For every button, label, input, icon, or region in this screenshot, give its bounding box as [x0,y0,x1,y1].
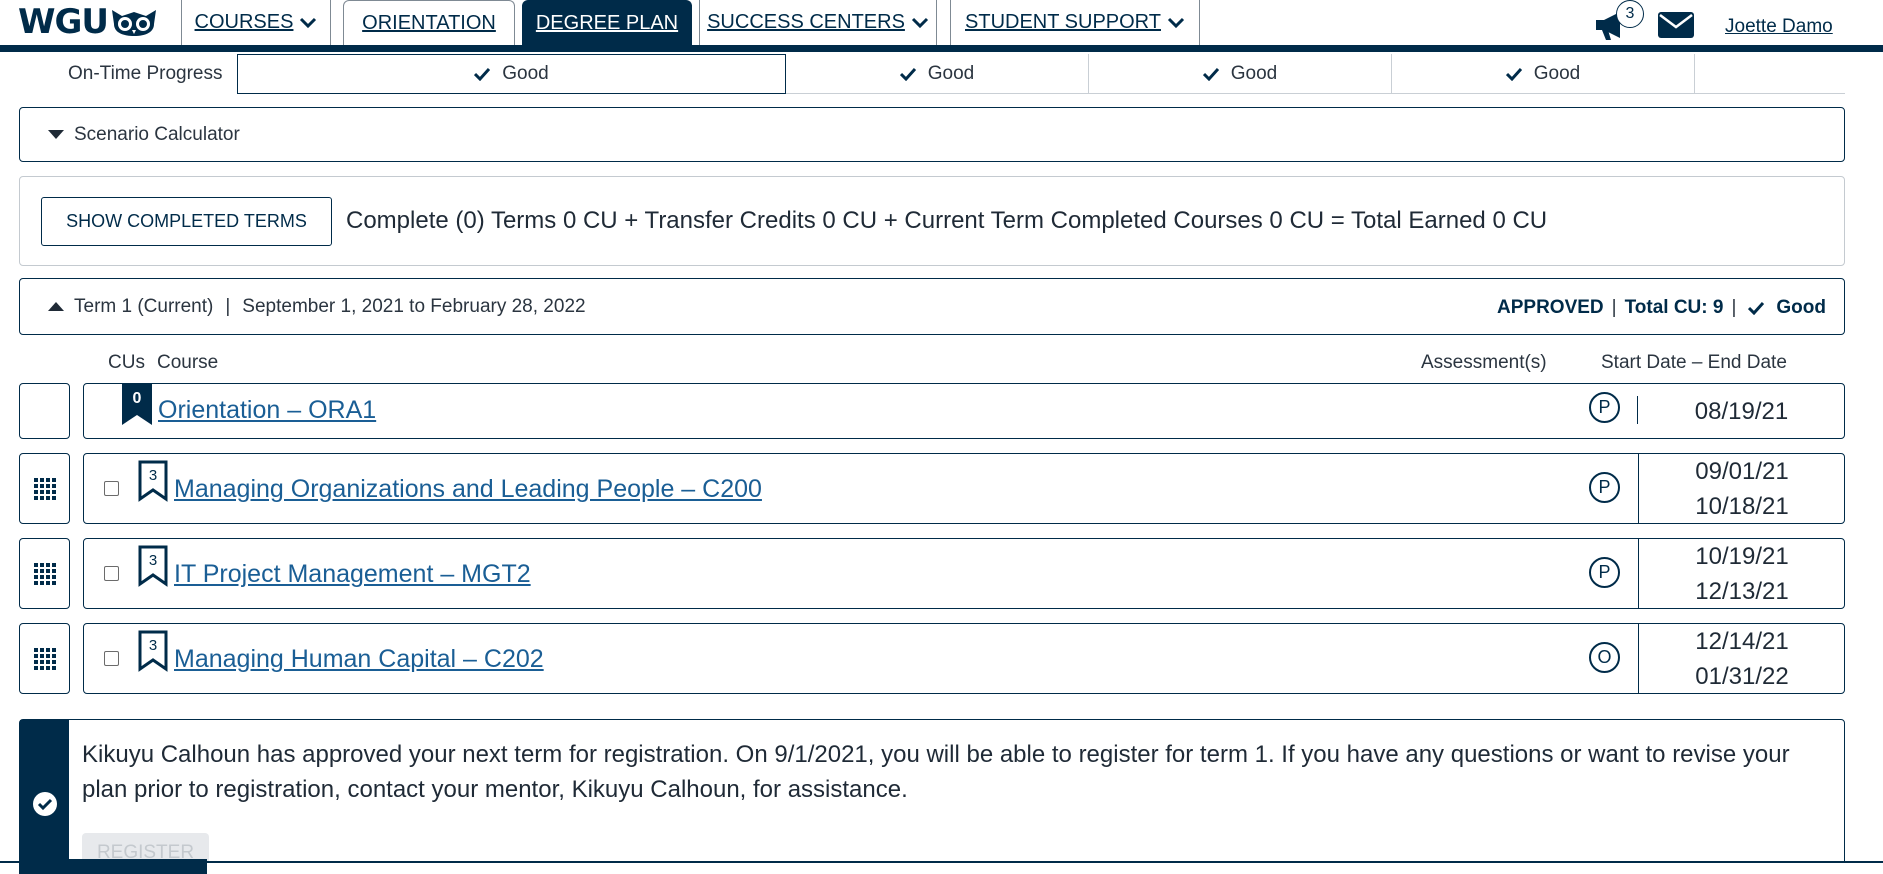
course-start-date: 12/14/21 [1695,627,1789,655]
term-name: Term 1 (Current) [74,295,214,317]
check-icon [474,67,491,81]
column-header-course: Course [157,352,219,373]
course-cu: 3 [148,467,158,484]
row-handle-empty [19,383,70,439]
earned-credits-summary: Complete (0) Terms 0 CU + Transfer Credi… [346,207,1548,234]
footer-tab [19,859,207,874]
progress-cell[interactable]: Good [237,54,786,94]
column-header-dates: Start Date – End Date [1601,352,1787,373]
progress-cell-empty [1695,54,1845,94]
check-icon [899,67,916,81]
drag-handle[interactable] [19,623,70,694]
term-total-cu: Total CU: 9 [1624,297,1724,318]
term-separator: | [225,295,231,317]
check-icon [1202,67,1219,81]
course-end-date: 10/18/21 [1695,492,1789,520]
nav-tab-degree-plan[interactable]: DEGREE PLAN [522,0,692,45]
logo-text: WGU [18,2,109,42]
course-link[interactable]: Orientation – ORA1 [158,396,376,425]
term-summary: APPROVED | Total CU: 9 | Good [1497,297,1826,319]
progress-cell[interactable]: Good [1089,54,1392,94]
chevron-down-icon [911,17,928,28]
course-link[interactable]: Managing Human Capital – C202 [174,645,544,674]
nav-tab-success-centers[interactable]: SUCCESS CENTERS [699,0,937,45]
assessment-status-icon[interactable]: O [1589,642,1620,673]
course-checkbox[interactable] [104,651,119,666]
nav-tab-degree-plan-label: DEGREE PLAN [535,11,679,34]
term-status: APPROVED [1497,297,1604,318]
chevron-down-icon [1167,17,1185,28]
nav-tab-success-centers-label: SUCCESS CENTERS [707,11,905,33]
course-end-date: 01/31/22 [1695,662,1789,690]
drag-handle-icon [33,562,56,585]
notification-badge: 3 [1616,0,1644,28]
nav-tab-courses-label: COURSES [194,11,294,33]
course-checkbox[interactable] [104,481,119,496]
term-header[interactable]: Term 1 (Current) | September 1, 2021 to … [19,278,1845,335]
progress-cell[interactable]: Good [1392,54,1695,94]
completed-terms-panel: SHOW COMPLETED TERMS Complete (0) Terms … [19,176,1845,266]
drag-handle[interactable] [19,453,70,524]
check-circle-icon [32,792,57,816]
nav-tab-courses[interactable]: COURSES [181,0,331,45]
progress-status: Good [927,62,975,84]
course-row: 3 IT Project Management – MGT2 P 10/19/2… [83,538,1845,609]
approval-message-text: Kikuyu Calhoun has approved your next te… [82,741,1790,803]
scenario-calculator-toggle[interactable]: Scenario Calculator [19,107,1845,162]
term-progress: Good [1776,297,1826,318]
course-checkbox[interactable] [104,566,119,581]
term-separator: | [1731,297,1737,318]
mail-icon[interactable] [1658,12,1694,38]
nav-tab-student-support[interactable]: STUDENT SUPPORT [950,0,1200,45]
check-icon [1505,67,1522,81]
user-name-link[interactable]: Joette Damo [1725,16,1833,38]
footer-edge [0,861,1883,874]
drag-handle[interactable] [19,538,70,609]
course-start-date: 08/19/21 [1694,397,1789,425]
progress-status: Good [1230,62,1278,84]
term-dates: September 1, 2021 to February 28, 2022 [242,295,586,317]
chevron-down-icon [300,17,317,28]
course-dates: 09/01/21 10/18/21 [1638,454,1845,523]
approval-message: Kikuyu Calhoun has approved your next te… [19,719,1845,874]
column-header-cus: CUs [108,352,145,373]
caret-up-icon [48,302,64,311]
assessment-status-icon[interactable]: P [1589,472,1620,503]
on-time-progress-label: On-Time Progress [68,63,223,84]
nav-tab-student-support-label: STUDENT SUPPORT [965,11,1161,33]
header-divider [0,45,1883,52]
course-dates: 10/19/21 12/13/21 [1638,539,1845,608]
assessment-status-icon[interactable]: P [1589,392,1620,423]
assessment-status-icon[interactable]: P [1589,557,1620,588]
course-row: 3 Managing Human Capital – C202 O 12/14/… [83,623,1845,694]
wgu-logo[interactable]: WGU [18,2,158,42]
course-row: 0 Orientation – ORA1 P 08/19/21 [83,383,1845,439]
course-end-date: 12/13/21 [1695,577,1789,605]
column-header-assessments: Assessment(s) [1421,352,1547,373]
course-start-date: 09/01/21 [1695,457,1789,485]
course-link[interactable]: IT Project Management – MGT2 [174,560,531,589]
course-cu: 3 [148,637,158,654]
drag-handle-icon [33,647,56,670]
course-dates: 12/14/21 01/31/22 [1638,624,1845,693]
caret-down-icon [48,130,64,139]
course-link[interactable]: Managing Organizations and Leading Peopl… [174,475,762,504]
progress-cell[interactable]: Good [786,54,1089,94]
owl-logo-icon [112,10,157,36]
course-dates: 08/19/21 [1638,384,1845,438]
check-icon [1748,301,1765,315]
course-row: 3 Managing Organizations and Leading Peo… [83,453,1845,524]
course-cu: 0 [132,390,142,407]
progress-status: Good [502,63,549,84]
nav-tab-orientation[interactable]: ORIENTATION [343,0,515,45]
drag-handle-icon [33,477,56,500]
show-completed-terms-button[interactable]: SHOW COMPLETED TERMS [41,197,332,246]
course-cu: 3 [148,552,158,569]
term-separator: | [1611,297,1617,318]
message-sidebar [20,720,69,874]
course-start-date: 10/19/21 [1695,542,1789,570]
progress-status: Good [1533,62,1581,84]
nav-tab-orientation-label: ORIENTATION [362,11,496,34]
scenario-calculator-label: Scenario Calculator [74,123,240,145]
